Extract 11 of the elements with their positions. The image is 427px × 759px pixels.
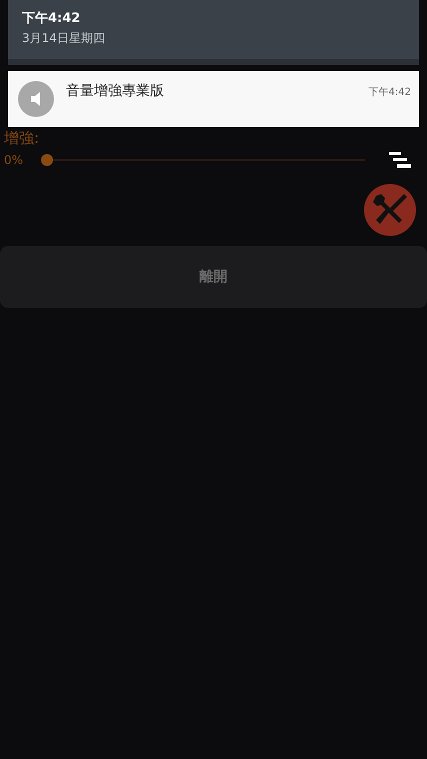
notification-card[interactable]: 音量增強專業版 下午4:42 [8, 71, 419, 127]
boost-label: 增強: [3, 128, 40, 148]
tools-icon[interactable] [364, 184, 416, 236]
notification-title: 音量增強專業版 [66, 82, 165, 100]
boost-reading: 0% [4, 153, 24, 167]
shade-time: 下午4:42 [22, 10, 82, 27]
notification-time: 下午4:42 [368, 86, 411, 99]
menu-icon[interactable] [389, 152, 411, 168]
speaker-icon [18, 81, 54, 117]
shade-date: 3月14日星期四 [22, 30, 106, 47]
slider-thumb[interactable] [41, 154, 54, 166]
